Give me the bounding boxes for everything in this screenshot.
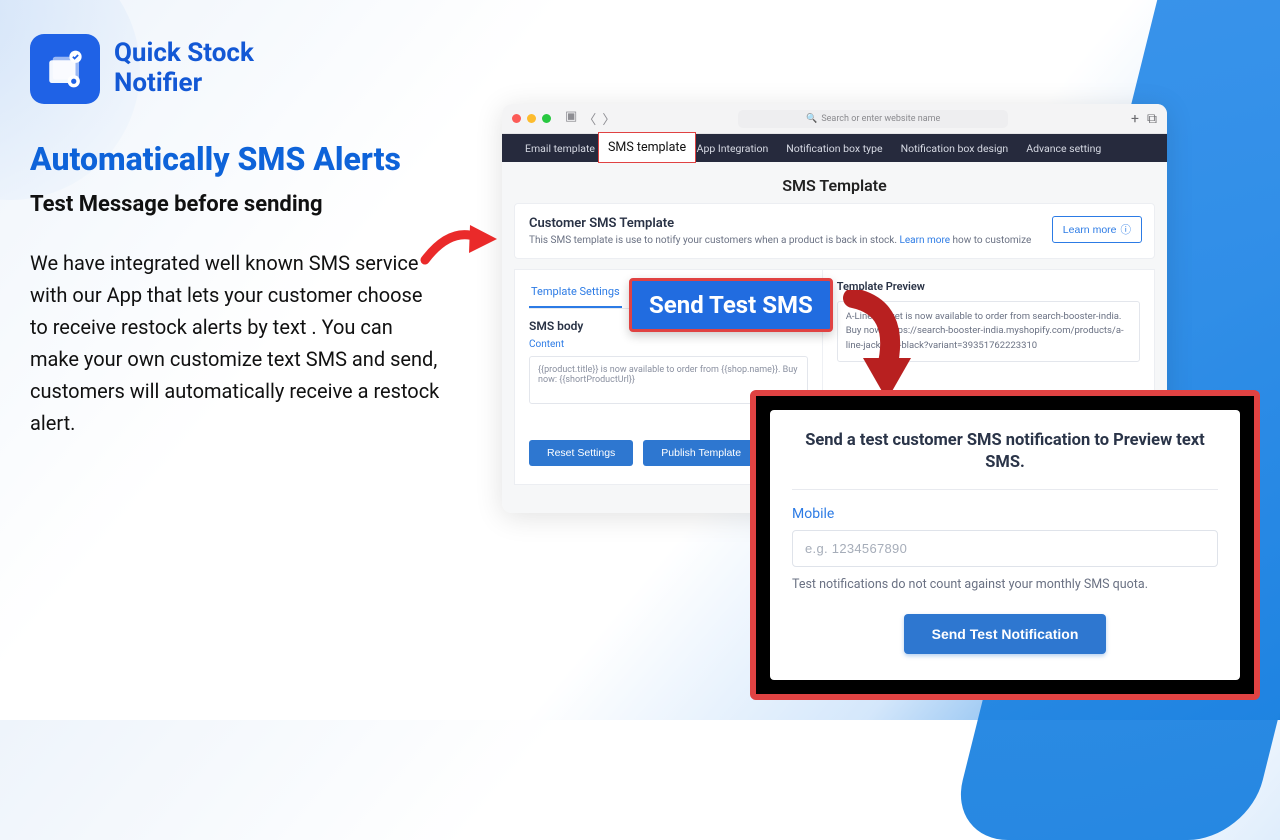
sidebar-toggle-icon: ▣ <box>565 109 577 128</box>
back-icon: 〈 <box>583 109 596 128</box>
page-title: SMS Template <box>514 172 1155 203</box>
browser-nav-icons: ▣ 〈 〉 <box>565 109 615 128</box>
tab-notification-box-type[interactable]: Notification box type <box>777 134 891 162</box>
window-traffic-lights <box>512 114 551 123</box>
tab-email-template[interactable]: Email template <box>516 134 604 162</box>
app-logo-icon <box>30 34 100 104</box>
new-tab-icon[interactable]: + <box>1131 111 1139 127</box>
app-name: Quick StockNotifier <box>114 39 254 99</box>
subheadline: Test Message before sending <box>30 192 470 217</box>
modal-heading: Send a test customer SMS notification to… <box>792 430 1218 490</box>
intro-desc: This SMS template is use to notify your … <box>529 235 1140 246</box>
mobile-input[interactable] <box>792 530 1218 567</box>
headline: Automatically SMS Alerts <box>30 140 470 178</box>
description: We have integrated well known SMS servic… <box>30 247 440 439</box>
app-brand: Quick StockNotifier <box>30 34 470 104</box>
info-icon: ⓘ <box>1121 222 1132 237</box>
marketing-copy: Quick StockNotifier Automatically SMS Al… <box>30 34 470 439</box>
forward-icon: 〉 <box>602 109 615 128</box>
template-settings-tab[interactable]: Template Settings <box>529 285 622 308</box>
tab-advance-setting[interactable]: Advance setting <box>1017 134 1110 162</box>
tab-app-integration[interactable]: App Integration <box>688 134 778 162</box>
send-test-sms-badge: Send Test SMS <box>629 278 833 332</box>
send-test-notification-button[interactable]: Send Test Notification <box>904 614 1107 654</box>
learn-more-button[interactable]: Learn more ⓘ <box>1052 216 1142 243</box>
publish-template-button[interactable]: Publish Template <box>643 440 759 466</box>
reset-settings-button[interactable]: Reset Settings <box>529 440 633 466</box>
intro-card: Customer SMS Template This SMS template … <box>514 203 1155 259</box>
sms-template-highlight: SMS template <box>598 132 696 163</box>
content-label: Content <box>529 339 808 350</box>
search-icon: 🔍 <box>806 114 817 124</box>
browser-toolbar: ▣ 〈 〉 🔍Search or enter website name + ⧉ <box>502 104 1167 134</box>
tab-notification-box-design[interactable]: Notification box design <box>892 134 1018 162</box>
quota-note: Test notifications do not count against … <box>792 577 1218 592</box>
url-bar[interactable]: 🔍Search or enter website name <box>738 110 1008 128</box>
arrow-right-icon <box>415 215 505 275</box>
test-sms-modal: Send a test customer SMS notification to… <box>750 390 1260 700</box>
tabs-icon[interactable]: ⧉ <box>1147 111 1157 127</box>
intro-title: Customer SMS Template <box>529 216 1140 231</box>
mobile-label: Mobile <box>792 506 1218 522</box>
learn-more-link[interactable]: Learn more <box>899 235 950 246</box>
